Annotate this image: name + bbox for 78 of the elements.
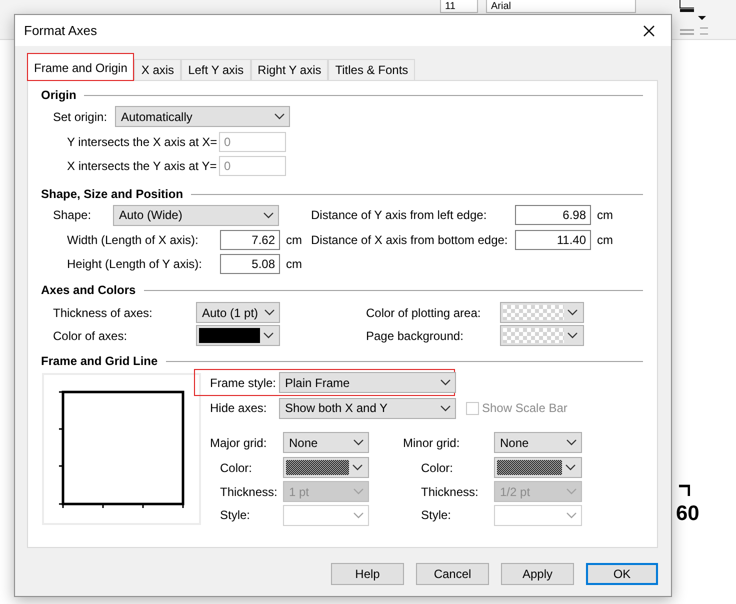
field-label: Color: — [220, 460, 254, 474]
window-title: Format Axes — [24, 23, 97, 38]
field-label: Color of axes: — [53, 328, 128, 342]
color-dropdown[interactable] — [494, 457, 582, 478]
field-label: Color of plotting area: — [366, 306, 482, 320]
field-label: X intersects the Y axis at Y= — [67, 159, 218, 173]
field-label: Set origin: — [53, 110, 108, 124]
unit-label: cm — [286, 233, 302, 247]
dropdown[interactable]: Auto (1 pt) — [196, 302, 280, 323]
tab[interactable]: Right Y axis — [250, 59, 328, 80]
tab[interactable]: Titles & Fonts — [328, 59, 416, 80]
chevron-icon — [567, 309, 578, 316]
section-title: Shape, Size and Position — [41, 187, 184, 201]
color-dropdown[interactable] — [196, 325, 280, 346]
tab[interactable]: Frame and Origin — [27, 53, 134, 81]
unit-label: cm — [286, 257, 302, 271]
unit-label: cm — [597, 208, 613, 222]
dialog-button[interactable]: Apply — [501, 563, 574, 585]
tab[interactable]: Left Y axis — [181, 59, 251, 80]
input-field[interactable]: 7.62 — [220, 230, 280, 250]
dropdown[interactable]: Automatically — [115, 106, 290, 127]
field-label: Hide axes: — [210, 401, 268, 415]
field-label: Distance of Y axis from left edge: — [311, 208, 488, 222]
checkbox-label: Show Scale Bar — [482, 401, 568, 415]
chevron-icon — [353, 512, 364, 518]
font-size-field[interactable]: 11 — [440, 0, 478, 13]
field-label: Width (Length of X axis): — [67, 233, 200, 247]
field-label: Color: — [421, 460, 454, 474]
chevron-icon — [566, 439, 577, 446]
chevron-icon — [566, 488, 577, 495]
input-field[interactable]: 5.08 — [220, 254, 280, 274]
chevron-icon — [353, 488, 364, 495]
color-dropdown[interactable] — [283, 457, 369, 478]
field-label: Distance of X axis from bottom edge: — [311, 233, 509, 247]
chevron-icon — [353, 439, 364, 446]
field-label: Minor grid: — [403, 436, 461, 450]
dropdown[interactable]: Auto (Wide) — [113, 204, 279, 226]
corner-mark-icon — [678, 484, 690, 496]
field-label: Thickness: — [421, 484, 480, 498]
section-title: Origin — [41, 88, 76, 102]
field-label: Page background: — [366, 328, 464, 342]
field-label: Y intersects the X axis at X= — [67, 135, 218, 149]
dialog-button[interactable]: Help — [331, 563, 404, 585]
dialog-button[interactable]: Cancel — [416, 563, 489, 585]
chevron-icon — [264, 309, 275, 316]
chevron-icon — [565, 464, 576, 471]
chevron-icon — [263, 332, 274, 339]
chevron-icon — [440, 404, 451, 412]
dropdown[interactable]: Plain Frame — [279, 372, 456, 393]
unit-label: cm — [597, 233, 613, 247]
chevron-icon — [440, 379, 451, 386]
close-icon — [643, 24, 655, 36]
field-label: Style: — [220, 508, 252, 522]
chevron-icon — [566, 512, 577, 518]
field-label: Style: — [421, 508, 452, 522]
field-label: Shape: — [53, 208, 92, 222]
color-dropdown[interactable] — [500, 325, 584, 346]
page-number: 60 — [676, 502, 700, 526]
field-label: Height (Length of Y axis): — [67, 257, 203, 271]
dialog-button[interactable]: OK — [586, 563, 658, 585]
dropdown[interactable]: None — [283, 432, 369, 453]
field-label: Major grid: — [210, 436, 268, 450]
tab[interactable]: X axis — [134, 59, 182, 80]
field-label: Thickness: — [220, 484, 278, 498]
font-name-field[interactable]: Arial — [486, 0, 636, 13]
input-field[interactable]: 11.40 — [515, 230, 591, 250]
field-label: Thickness of axes: — [53, 306, 154, 320]
chevron-icon — [274, 113, 285, 120]
chevron-icon — [352, 464, 363, 471]
dropdown[interactable]: Show both X and Y — [279, 398, 456, 418]
color-dropdown[interactable] — [500, 302, 584, 323]
section-title: Frame and Grid Line — [41, 354, 158, 368]
section-title: Axes and Colors — [41, 283, 136, 297]
dropdown[interactable]: None — [494, 432, 582, 453]
chevron-icon — [567, 332, 578, 339]
input-field[interactable]: 6.98 — [515, 205, 591, 225]
chevron-icon — [263, 212, 274, 218]
field-label: Frame style: — [210, 376, 278, 390]
